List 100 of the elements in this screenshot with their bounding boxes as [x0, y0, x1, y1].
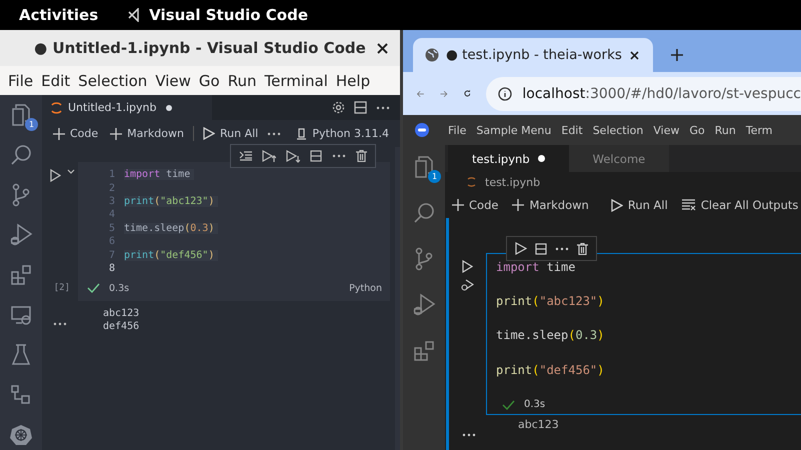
- split-cell-icon[interactable]: [310, 150, 322, 162]
- helm-icon[interactable]: [10, 424, 32, 446]
- search-icon[interactable]: [10, 144, 32, 166]
- flask-icon[interactable]: [11, 344, 31, 366]
- code-line: print("def456"): [496, 362, 604, 377]
- more-icon[interactable]: [267, 132, 282, 136]
- toolbar-button[interactable]: Markdown: [509, 198, 592, 212]
- globe-icon: [425, 48, 439, 62]
- line-number: 1: [108, 169, 116, 180]
- menu-item[interactable]: Terminal: [260, 72, 332, 90]
- delete-icon[interactable]: [577, 242, 588, 254]
- line-number: 3: [108, 196, 116, 207]
- menu-item[interactable]: Help: [332, 72, 374, 90]
- nodes-icon[interactable]: [11, 385, 31, 405]
- run-icon: [202, 127, 215, 140]
- branch-icon[interactable]: [11, 183, 31, 207]
- output-line: abc123: [518, 418, 559, 430]
- delete-icon[interactable]: [356, 150, 367, 162]
- run-by-line-icon[interactable]: [239, 150, 252, 162]
- more-icon[interactable]: [462, 432, 476, 436]
- browser-tab[interactable]: ● test.ipynb - theia-works: [413, 38, 653, 72]
- toolbar-button[interactable]: Markdown: [107, 127, 187, 140]
- app-logo-icon: [415, 123, 429, 137]
- bug-play-icon[interactable]: [412, 293, 436, 317]
- new-tab-icon[interactable]: [671, 49, 683, 61]
- menu-item[interactable]: Selection: [588, 124, 648, 136]
- more-icon[interactable]: [555, 246, 569, 250]
- menu-item[interactable]: Run: [710, 124, 741, 136]
- code-line: print("abc123"): [496, 294, 604, 308]
- menu-item[interactable]: Edit: [37, 72, 74, 90]
- menu-item[interactable]: Edit: [556, 124, 588, 136]
- address-field[interactable]: localhost:3000/#/hd0/lavoro/st-vespucc: [486, 76, 801, 110]
- menu-item[interactable]: Go: [194, 72, 224, 90]
- toolbar-button[interactable]: Clear All Outputs: [678, 198, 801, 212]
- menu-item[interactable]: File: [4, 72, 38, 90]
- run-cell-icon[interactable]: [50, 169, 61, 182]
- monitor-icon[interactable]: [10, 304, 32, 326]
- debug-cell-icon[interactable]: [461, 279, 474, 291]
- menu-item[interactable]: View: [151, 72, 195, 90]
- search-icon[interactable]: [413, 202, 435, 224]
- execution-time: 0.3s: [524, 399, 546, 410]
- more-icon[interactable]: [376, 106, 390, 110]
- close-icon[interactable]: [630, 50, 639, 60]
- menu-item[interactable]: File: [443, 124, 472, 136]
- line-number: 8: [108, 262, 116, 274]
- run-cell-icon[interactable]: [462, 260, 473, 273]
- editor-tab[interactable]: test.ipynb: [448, 145, 569, 172]
- split-cell-icon[interactable]: [535, 242, 547, 254]
- toolbar-button[interactable]: Run All: [200, 127, 262, 140]
- settings-icon[interactable]: [332, 101, 345, 114]
- check-icon: [502, 400, 515, 410]
- info-icon: [498, 86, 512, 100]
- window-title: ● Untitled-1.ipynb - Visual Studio Code: [34, 39, 366, 57]
- toolbar-button[interactable]: Run All: [608, 198, 671, 212]
- notebook-icon: [51, 102, 62, 114]
- execution-time: 0.3s: [109, 282, 130, 294]
- menu-item[interactable]: Selection: [74, 72, 152, 90]
- files-icon[interactable]: [10, 103, 32, 127]
- plus-icon: [512, 199, 524, 211]
- split-editor-icon[interactable]: [354, 101, 367, 114]
- code-cell[interactable]: import time print("abc123") time.sleep(0.3) print("def456") 0.3s: [486, 253, 801, 414]
- editor-tab[interactable]: Untitled-1.ipynb: [42, 95, 212, 120]
- menu-item[interactable]: View: [648, 124, 684, 136]
- toolbar-button[interactable]: Code: [50, 127, 102, 140]
- output-line: def456: [103, 320, 140, 334]
- extensions-icon[interactable]: [413, 340, 435, 362]
- execution-count: [2]: [52, 283, 70, 294]
- more-icon[interactable]: [53, 322, 67, 326]
- plus-icon: [53, 128, 65, 140]
- kernel-picker[interactable]: Python 3.11.4: [293, 127, 392, 140]
- line-number: 4: [108, 209, 116, 220]
- output-line: abc123: [103, 307, 140, 320]
- menu-item[interactable]: Run: [224, 72, 260, 90]
- close-icon[interactable]: [377, 43, 388, 54]
- menu-item[interactable]: Sample Menu: [471, 124, 556, 136]
- run-below-icon[interactable]: [286, 150, 300, 162]
- notification-badge: 1: [25, 118, 38, 131]
- editor-tab[interactable]: Welcome: [568, 145, 670, 172]
- run-above-icon[interactable]: [262, 150, 276, 162]
- code-line: time.sleep(0.3): [496, 328, 604, 342]
- files-icon[interactable]: [413, 155, 435, 179]
- chevron-down-icon[interactable]: [67, 169, 75, 174]
- app-name: Visual Studio Code: [149, 6, 308, 24]
- line-number: 6: [108, 236, 116, 248]
- run-icon[interactable]: [515, 242, 527, 255]
- extensions-icon[interactable]: [10, 264, 32, 286]
- branch-icon[interactable]: [414, 247, 434, 271]
- menu-item[interactable]: Go: [684, 124, 710, 136]
- cell-language[interactable]: Python: [349, 282, 382, 294]
- activities-button[interactable]: Activities: [19, 6, 98, 24]
- menu-item[interactable]: Term: [740, 124, 778, 136]
- code-line: import time: [496, 260, 576, 274]
- more-icon[interactable]: [332, 154, 346, 158]
- kernel-icon: [296, 128, 308, 140]
- breadcrumb[interactable]: test.ipynb: [485, 176, 540, 188]
- plus-icon: [110, 128, 122, 140]
- notification-badge: 1: [428, 170, 441, 183]
- toolbar-button[interactable]: Code: [449, 198, 502, 212]
- notebook-icon: [467, 177, 476, 187]
- bug-play-icon[interactable]: [9, 223, 33, 247]
